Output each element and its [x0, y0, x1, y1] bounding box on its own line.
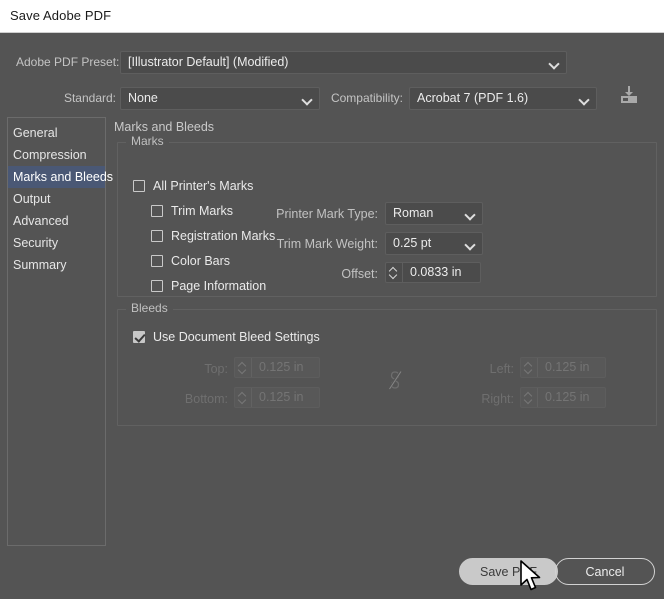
save-preset-icon[interactable]: [617, 83, 641, 107]
compatibility-value: Acrobat 7 (PDF 1.6): [417, 91, 529, 105]
chevron-down-icon: [580, 96, 589, 102]
stepper-arrows-icon: [235, 358, 252, 377]
printer-mark-type-value: Roman: [393, 206, 434, 220]
trim-mark-weight-label: Trim Mark Weight:: [276, 237, 378, 251]
standard-label: Standard:: [63, 91, 116, 105]
all-printers-marks-label: All Printer's Marks: [153, 179, 254, 193]
bleed-left-stepper: 0.125 in: [520, 357, 606, 378]
panel-title: Marks and Bleeds: [114, 120, 215, 134]
chevron-down-icon: [466, 241, 475, 247]
marks-group-label: Marks: [126, 134, 169, 148]
cancel-button[interactable]: Cancel: [555, 558, 655, 585]
checkbox-box: [151, 255, 163, 267]
category-sidebar[interactable]: General Compression Marks and Bleeds Out…: [7, 117, 113, 546]
stepper-arrows-icon: [521, 388, 538, 407]
broken-link-icon: [386, 369, 404, 391]
chevron-down-icon: [303, 96, 312, 102]
preset-area: Adobe PDF Preset: [Illustrator Default] …: [0, 33, 664, 112]
sidebar-item-output[interactable]: Output: [8, 188, 105, 210]
bleed-top-value: 0.125 in: [259, 360, 304, 374]
bleed-right-stepper: 0.125 in: [520, 387, 606, 408]
bleed-left-label: Left:: [489, 362, 514, 376]
bleed-top-label: Top:: [204, 362, 228, 376]
printer-mark-type-label: Printer Mark Type:: [276, 207, 378, 221]
checkbox-box: [133, 180, 145, 192]
standard-select[interactable]: None: [120, 87, 320, 110]
offset-label: Offset:: [341, 267, 378, 281]
adobe-pdf-preset-value: [Illustrator Default] (Modified): [128, 55, 289, 69]
checkbox-box: [133, 331, 145, 343]
trim-mark-weight-value: 0.25 pt: [393, 236, 432, 250]
dialog-titlebar: Save Adobe PDF: [0, 0, 664, 33]
checkbox-box: [151, 230, 163, 242]
sidebar-item-compression[interactable]: Compression: [8, 144, 105, 166]
use-document-bleed-settings-checkbox[interactable]: Use Document Bleed Settings: [133, 330, 320, 344]
page-information-label: Page Information: [171, 279, 267, 293]
bleeds-group-label: Bleeds: [126, 301, 173, 315]
marks-group: Marks All Printer's Marks Trim Marks Reg…: [117, 134, 657, 297]
save-pdf-button-label: Save PDF: [480, 564, 537, 579]
sidebar-item-general[interactable]: General: [8, 122, 105, 144]
adobe-pdf-preset-select[interactable]: [Illustrator Default] (Modified): [120, 51, 567, 74]
bleeds-group: Bleeds Use Document Bleed Settings Top: …: [117, 301, 657, 426]
bleed-bottom-stepper: 0.125 in: [234, 387, 320, 408]
color-bars-checkbox[interactable]: Color Bars: [151, 254, 230, 268]
use-document-bleed-settings-label: Use Document Bleed Settings: [153, 330, 320, 344]
compatibility-label: Compatibility:: [330, 91, 403, 105]
bleed-bottom-value: 0.125 in: [259, 390, 304, 404]
sidebar-item-summary[interactable]: Summary: [8, 254, 105, 276]
save-adobe-pdf-dialog: Save Adobe PDF Adobe PDF Preset: [Illust…: [0, 0, 664, 594]
bleed-right-label: Right:: [481, 392, 514, 406]
save-pdf-button[interactable]: Save PDF: [459, 558, 558, 585]
settings-panel: Marks and Bleeds Marks All Printer's Mar…: [110, 117, 657, 546]
checkbox-box: [151, 280, 163, 292]
stepper-arrows-icon[interactable]: [386, 263, 403, 282]
dialog-title: Save Adobe PDF: [10, 8, 112, 23]
chevron-down-icon: [466, 211, 475, 217]
color-bars-label: Color Bars: [171, 254, 231, 268]
standard-value: None: [128, 91, 158, 105]
cancel-button-label: Cancel: [585, 564, 625, 579]
printer-mark-type-select[interactable]: Roman: [385, 202, 483, 225]
offset-value[interactable]: 0.0833 in: [403, 263, 480, 282]
stepper-arrows-icon: [235, 388, 252, 407]
checkbox-box: [151, 205, 163, 217]
sidebar-item-security[interactable]: Security: [8, 232, 105, 254]
offset-stepper[interactable]: 0.0833 in: [385, 262, 481, 283]
page-information-checkbox[interactable]: Page Information: [151, 279, 266, 293]
bleed-right-value: 0.125 in: [545, 390, 590, 404]
all-printers-marks-checkbox[interactable]: All Printer's Marks: [133, 179, 253, 193]
sidebar-item-marks-and-bleeds[interactable]: Marks and Bleeds: [8, 166, 113, 188]
sidebar-item-advanced[interactable]: Advanced: [8, 210, 105, 232]
compatibility-select[interactable]: Acrobat 7 (PDF 1.6): [409, 87, 597, 110]
bleed-left-value: 0.125 in: [545, 360, 590, 374]
trim-mark-weight-select[interactable]: 0.25 pt: [385, 232, 483, 255]
preset-label: Adobe PDF Preset:: [16, 55, 120, 69]
bleed-bottom-label: Bottom:: [184, 392, 228, 406]
bleed-top-stepper: 0.125 in: [234, 357, 320, 378]
stepper-arrows-icon: [521, 358, 538, 377]
chevron-down-icon: [550, 60, 559, 66]
